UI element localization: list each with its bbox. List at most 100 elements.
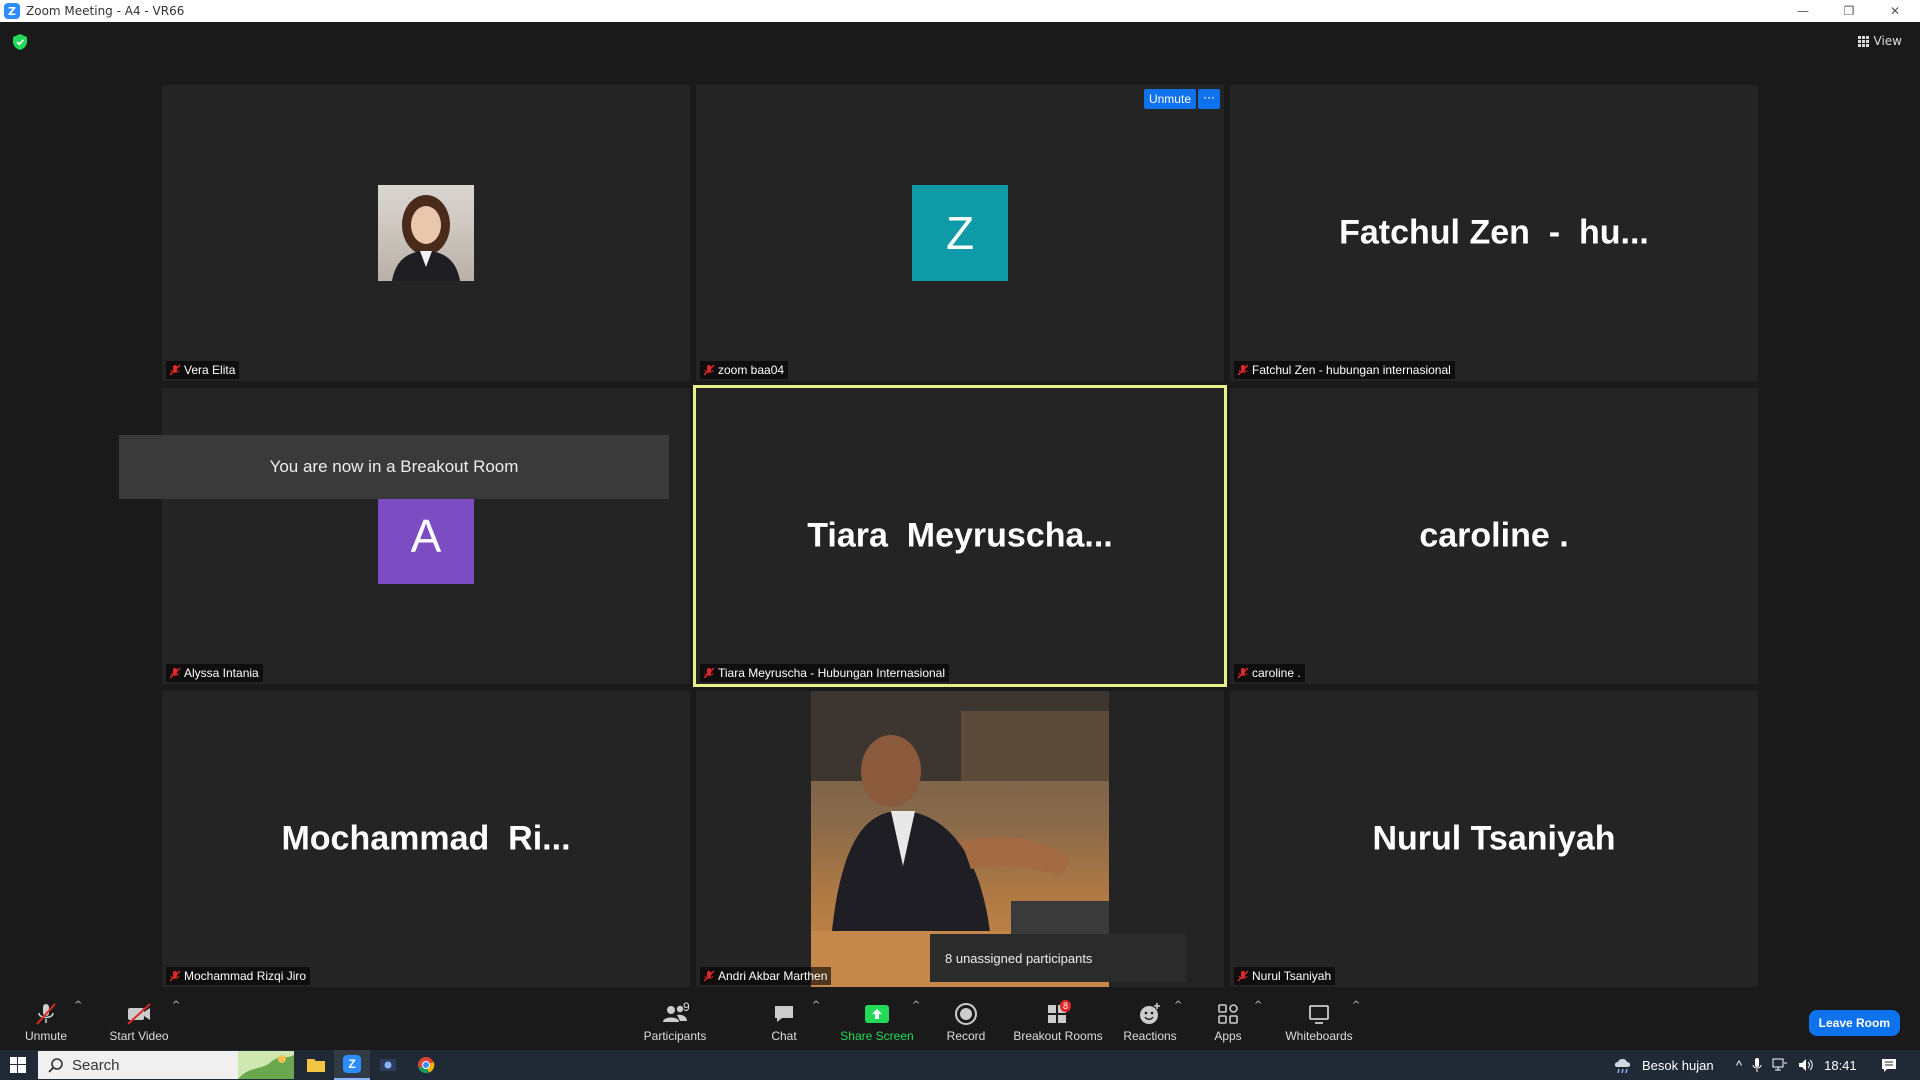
grid-view-icon xyxy=(1857,35,1869,47)
restore-button[interactable]: ❐ xyxy=(1826,0,1872,22)
participant-display-name: Mochammad Ri... xyxy=(281,819,571,858)
weather-widget[interactable]: Besok hujan xyxy=(1612,1050,1714,1080)
share-screen-icon xyxy=(865,1005,889,1023)
participants-count: 9 xyxy=(683,1000,690,1014)
unmute-button[interactable]: Unmute xyxy=(18,988,74,1050)
start-video-button[interactable]: Start Video xyxy=(106,988,172,1050)
leave-room-button[interactable]: Leave Room xyxy=(1808,1010,1900,1036)
reactions-button[interactable]: Reactions xyxy=(1122,988,1178,1050)
participant-avatar: Z xyxy=(912,185,1008,281)
meeting-toolbar: Unmute ^ Start Video ^ 9 Participants Ch… xyxy=(0,988,1920,1050)
participant-avatar: A xyxy=(378,488,474,584)
search-label: Search xyxy=(72,1056,120,1074)
minimize-button[interactable]: — xyxy=(1780,0,1826,22)
participant-name-label: Nurul Tsaniyah xyxy=(1234,967,1336,985)
breakout-room-toast: You are now in a Breakout Room xyxy=(119,435,669,499)
participant-display-name: Fatchul Zen - hu... xyxy=(1339,213,1649,252)
muted-mic-icon xyxy=(703,970,715,982)
show-hidden-icons-icon[interactable]: ^ xyxy=(1736,1058,1742,1073)
zoom-logo-icon: Z xyxy=(4,3,20,19)
chat-icon xyxy=(775,1006,793,1022)
share-options-caret-icon[interactable]: ^ xyxy=(912,1000,920,1011)
folder-icon xyxy=(307,1059,325,1072)
video-off-icon xyxy=(127,1003,151,1025)
search-icon xyxy=(48,1058,63,1073)
apps-options-caret-icon[interactable]: ^ xyxy=(1254,1000,1262,1011)
windows-taskbar: Search Z Besok hujan ^ 18:41 xyxy=(0,1050,1920,1080)
breakout-rooms-button[interactable]: 8 Breakout Rooms xyxy=(1013,988,1103,1050)
audio-options-caret-icon[interactable]: ^ xyxy=(74,1000,82,1011)
muted-mic-icon xyxy=(703,667,715,679)
zoom-taskbar-button[interactable]: Z xyxy=(334,1050,370,1080)
participant-name-label: Andri Akbar Marthen xyxy=(700,967,832,985)
rain-cloud-icon xyxy=(1614,1059,1631,1074)
notification-center-icon[interactable] xyxy=(1881,1057,1897,1073)
video-tile[interactable]: A Alyssa Intania xyxy=(162,388,690,684)
video-tile[interactable]: caroline . caroline . xyxy=(1230,388,1758,684)
reactions-icon xyxy=(1140,1003,1160,1024)
participant-name-label: caroline . xyxy=(1234,664,1305,682)
system-tray: ^ 18:41 xyxy=(1736,1050,1897,1080)
record-button[interactable]: Record xyxy=(944,988,988,1050)
volume-icon[interactable] xyxy=(1798,1058,1814,1072)
whiteboard-icon xyxy=(1309,1005,1329,1024)
participant-name-label: Vera Elita xyxy=(166,361,240,379)
meeting-area: View Vera Elita Z Unmute ··· zoom baa04 … xyxy=(0,22,1920,988)
participant-name-label: Fatchul Zen - hubungan internasional xyxy=(1234,361,1455,379)
unassigned-participants-tooltip: 8 unassigned participants xyxy=(930,934,1186,982)
participant-display-name: Nurul Tsaniyah xyxy=(1372,819,1616,858)
muted-mic-icon xyxy=(703,364,715,376)
participant-photo xyxy=(378,185,474,281)
search-highlight-illustration-icon xyxy=(238,1051,294,1079)
muted-mic-icon xyxy=(169,364,181,376)
muted-mic-icon xyxy=(169,667,181,679)
start-button[interactable] xyxy=(0,1050,36,1080)
participant-name-label: Alyssa Intania xyxy=(166,664,263,682)
reactions-options-caret-icon[interactable]: ^ xyxy=(1174,1000,1182,1011)
whiteboards-options-caret-icon[interactable]: ^ xyxy=(1352,1000,1360,1011)
breakout-badge: 8 xyxy=(1060,1000,1072,1012)
windows-logo-icon xyxy=(10,1057,26,1073)
video-options-caret-icon[interactable]: ^ xyxy=(172,1000,180,1011)
participant-display-name: caroline . xyxy=(1419,516,1569,555)
security-shield-icon[interactable] xyxy=(13,34,27,50)
participant-display-name: Tiara Meyruscha... xyxy=(807,516,1113,555)
view-button[interactable]: View xyxy=(1857,34,1902,48)
participants-button[interactable]: 9 Participants xyxy=(640,988,710,1050)
video-tile[interactable]: Mochammad Ri... Mochammad Rizqi Jiro xyxy=(162,691,690,987)
record-icon xyxy=(955,1003,977,1025)
clock[interactable]: 18:41 xyxy=(1824,1058,1857,1073)
zoom-app-icon: Z xyxy=(343,1055,361,1073)
file-explorer-taskbar-button[interactable] xyxy=(298,1050,334,1080)
taskbar-search-box[interactable]: Search xyxy=(38,1051,294,1079)
camera-app-taskbar-button[interactable] xyxy=(370,1050,406,1080)
video-tile[interactable]: Vera Elita xyxy=(162,85,690,381)
muted-mic-icon xyxy=(1237,970,1249,982)
camera-app-icon xyxy=(380,1059,396,1071)
tile-more-button[interactable]: ··· xyxy=(1198,89,1220,109)
participant-name-label: Tiara Meyruscha - Hubungan Internasional xyxy=(700,664,950,682)
chat-options-caret-icon[interactable]: ^ xyxy=(812,1000,820,1011)
participant-name-label: Mochammad Rizqi Jiro xyxy=(166,967,311,985)
chrome-icon xyxy=(418,1057,435,1074)
muted-mic-icon xyxy=(169,970,181,982)
chrome-taskbar-button[interactable] xyxy=(408,1050,444,1080)
window-titlebar: Z Zoom Meeting - A4 - VR66 — ❐ ✕ xyxy=(0,0,1920,22)
video-tile[interactable]: Fatchul Zen - hu... Fatchul Zen - hubung… xyxy=(1230,85,1758,381)
video-tile-active-speaker[interactable]: Tiara Meyruscha... Tiara Meyruscha - Hub… xyxy=(693,385,1227,687)
microphone-icon[interactable] xyxy=(1752,1058,1762,1072)
network-icon[interactable] xyxy=(1772,1058,1788,1072)
muted-mic-icon xyxy=(1237,667,1249,679)
weather-label: Besok hujan xyxy=(1642,1057,1714,1073)
video-tile[interactable]: Z Unmute ··· zoom baa04 xyxy=(696,85,1224,381)
apps-button[interactable]: Apps xyxy=(1208,988,1248,1050)
chat-button[interactable]: Chat xyxy=(764,988,804,1050)
close-button[interactable]: ✕ xyxy=(1872,0,1918,22)
video-tile[interactable]: Nurul Tsaniyah Nurul Tsaniyah xyxy=(1230,691,1758,987)
window-title: Zoom Meeting - A4 - VR66 xyxy=(26,4,185,18)
share-screen-button[interactable]: Share Screen xyxy=(840,988,914,1050)
muted-mic-icon xyxy=(36,1003,56,1025)
whiteboards-button[interactable]: Whiteboards xyxy=(1282,988,1356,1050)
participant-name-label: zoom baa04 xyxy=(700,361,789,379)
tile-unmute-button[interactable]: Unmute xyxy=(1143,89,1196,109)
